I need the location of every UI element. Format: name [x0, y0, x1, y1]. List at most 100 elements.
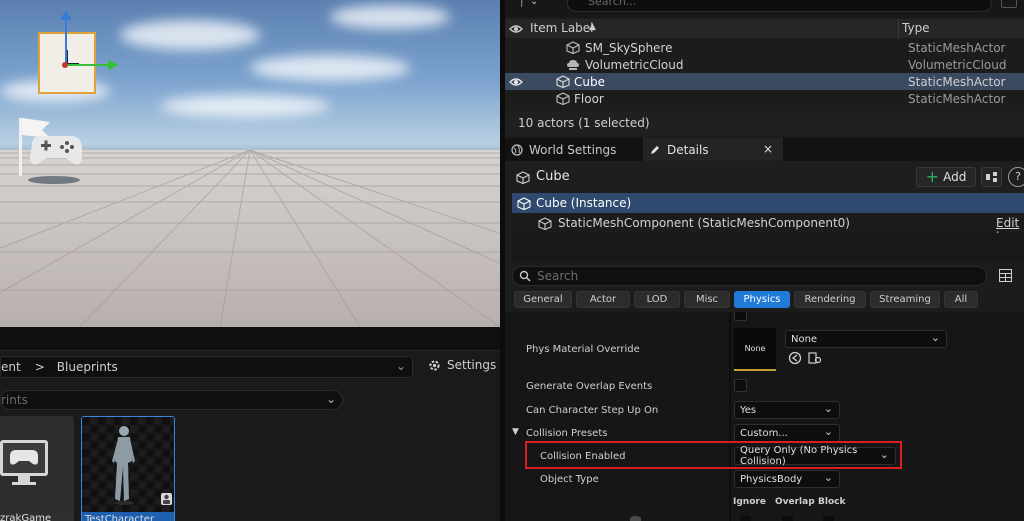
details-search-placeholder: Search [537, 269, 579, 283]
sky-cloud [160, 95, 330, 117]
column-divider[interactable] [898, 19, 899, 38]
asset-search-input[interactable]: rints ⌄ [0, 390, 343, 410]
column-ignore: Ignore [733, 497, 766, 507]
static-mesh-icon [556, 75, 570, 88]
filter-rendering[interactable]: Rendering [794, 291, 866, 308]
outliner-row-selected[interactable]: Cube StaticMeshActor [505, 73, 1024, 90]
property-column-splitter[interactable] [729, 312, 731, 521]
outliner-row[interactable]: VolumetricCloud VolumetricCloud [505, 56, 1024, 73]
checkbox[interactable] [782, 516, 793, 521]
sky-cloud [120, 20, 260, 50]
filter-lod[interactable]: LOD [634, 291, 680, 308]
highlight-box [525, 441, 902, 469]
component-label: StaticMeshComponent (StaticMeshComponent… [558, 216, 850, 230]
filter-all[interactable]: All [944, 291, 978, 308]
gear-icon [429, 359, 440, 371]
outliner-row-name: Floor [574, 91, 604, 106]
collapse-arrow-icon[interactable]: ▼ [512, 427, 519, 437]
content-browser-toolbar [0, 327, 500, 351]
pencil-icon [651, 145, 659, 154]
chevron-down-icon[interactable]: ⌄ [530, 0, 538, 7]
checkbox[interactable] [823, 516, 834, 521]
blueprint-button[interactable] [981, 167, 1002, 187]
level-viewport[interactable] [0, 0, 500, 327]
actor-name[interactable]: Cube [536, 169, 570, 184]
phys-material-thumbnail[interactable]: None [734, 328, 776, 371]
filter-actor[interactable]: Actor [576, 291, 630, 308]
settings-icon[interactable] [1001, 0, 1017, 8]
tab-bar: World Settings Details × [505, 138, 1024, 161]
filter-physics[interactable]: Physics [734, 291, 790, 308]
filter-icon[interactable]: ⊤ [517, 0, 527, 10]
table-view-icon[interactable] [999, 269, 1012, 282]
asset-tile[interactable]: UmzrakGame [0, 416, 74, 521]
filter-streaming[interactable]: Streaming [870, 291, 940, 308]
browse-asset-icon[interactable] [808, 351, 822, 365]
column-overlap: Overlap [775, 497, 815, 507]
add-component-button[interactable]: + Add [916, 167, 976, 187]
search-icon [519, 270, 531, 282]
breadcrumb-separator-icon: > [34, 360, 45, 374]
use-selected-asset-icon[interactable] [788, 351, 802, 365]
sort-ascending-icon[interactable]: ▲ [589, 22, 596, 32]
blueprint-icon [986, 172, 997, 182]
static-mesh-icon [538, 216, 552, 230]
checkbox[interactable] [740, 516, 751, 521]
checkbox[interactable] [734, 312, 747, 321]
gizmo-x-axis[interactable] [66, 64, 110, 66]
generate-overlap-events-checkbox[interactable] [734, 379, 747, 392]
object-type-label: Object Type [540, 474, 599, 485]
outliner-row-type: StaticMeshActor [908, 91, 1006, 106]
column-item-label[interactable]: Item Label [530, 21, 594, 35]
breadcrumb[interactable]: ent > Blueprints ⌄ [0, 356, 413, 378]
outliner-row[interactable]: SM_SkySphere StaticMeshActor [505, 39, 1024, 56]
combo-value: None [791, 333, 818, 345]
right-panel: ⊤ ⌄ Search... Item Label ▲ Type SM_SkySp… [505, 0, 1024, 521]
column-type[interactable]: Type [902, 21, 930, 35]
radio-indicator [630, 516, 641, 521]
chevron-down-icon[interactable]: ⌄ [326, 392, 336, 406]
tab-details[interactable]: Details × [643, 138, 783, 161]
asset-label: UmzrakGame [0, 511, 74, 521]
static-mesh-icon [517, 196, 531, 210]
generate-overlap-events-label: Generate Overlap Events [526, 381, 653, 392]
player-start-icon[interactable] [12, 108, 92, 188]
plus-icon: + [925, 167, 940, 186]
can-character-step-up-on-combo[interactable]: Yes ⌄ [734, 401, 840, 419]
breadcrumb-item-current[interactable]: Blueprints [57, 360, 118, 374]
eye-icon[interactable] [509, 24, 523, 34]
gizmo-y-axis[interactable] [62, 62, 68, 68]
component-row[interactable]: StaticMeshComponent (StaticMeshComponent… [512, 213, 1024, 244]
chevron-down-icon[interactable]: ⌄ [396, 359, 406, 373]
filter-general[interactable]: General [514, 291, 572, 308]
tab-world-settings[interactable]: World Settings [511, 138, 616, 161]
volumetric-cloud-icon [567, 60, 579, 70]
asset-tile-selected[interactable]: TestCharacter [81, 416, 175, 521]
phys-material-override-label: Phys Material Override [526, 344, 640, 355]
gizmo-z-arrow-icon[interactable] [60, 10, 72, 20]
object-type-combo[interactable]: PhysicsBody ⌄ [734, 470, 840, 488]
component-root-row[interactable]: Cube (Instance) [512, 193, 1024, 213]
outliner-row-name: Cube [574, 74, 605, 89]
outliner-status: 10 actors (1 selected) [505, 111, 1024, 136]
gizmo-x-arrow-icon[interactable] [108, 60, 119, 70]
close-icon[interactable]: × [763, 142, 773, 156]
eye-icon[interactable] [509, 77, 523, 87]
static-mesh-icon [556, 92, 570, 105]
help-icon[interactable]: ? [1008, 167, 1024, 187]
outliner-row[interactable]: Floor StaticMeshActor [505, 90, 1024, 107]
outliner-row-type: StaticMeshActor [908, 74, 1006, 89]
settings-button[interactable]: Settings [428, 358, 496, 372]
outliner-header: Item Label ▲ Type [505, 19, 1024, 38]
collision-presets-combo[interactable]: Custom... ⌄ [734, 424, 840, 442]
phys-material-combo[interactable]: None ⌄ [785, 330, 947, 348]
gizmo-z-axis[interactable] [65, 14, 67, 66]
tab-label: Details [667, 142, 709, 157]
breadcrumb-item[interactable]: ent [1, 360, 21, 374]
outliner-search-input[interactable]: Search... [567, 0, 992, 12]
details-search-input[interactable]: Search [512, 266, 987, 286]
gizmo-pivot [66, 50, 79, 65]
filter-misc[interactable]: Misc [684, 291, 730, 308]
combo-value: Yes [740, 404, 757, 416]
chevron-down-icon: ⌄ [823, 402, 833, 415]
